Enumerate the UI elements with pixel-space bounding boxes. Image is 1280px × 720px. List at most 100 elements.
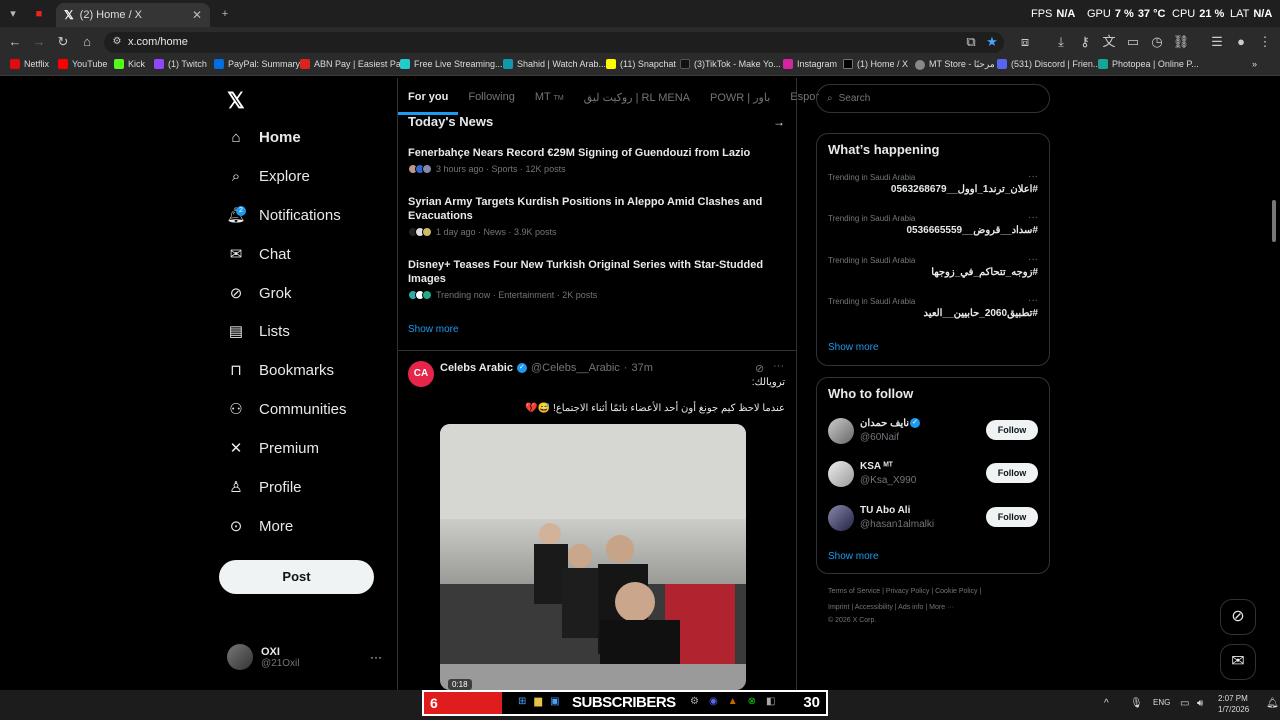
- clock-time[interactable]: 2:07 PM: [1218, 694, 1248, 703]
- tab-mt[interactable]: MT TM: [525, 85, 574, 115]
- tweet-handle[interactable]: @Celebs__Arabic: [531, 362, 620, 374]
- sidebar-item-explore[interactable]: ⌕ Explore: [227, 167, 310, 185]
- history-icon[interactable]: ◷: [1148, 33, 1166, 51]
- new-tab-button[interactable]: +: [216, 5, 234, 23]
- trend-more-icon[interactable]: ···: [1028, 171, 1038, 182]
- volume-icon[interactable]: 🔊︎: [1197, 698, 1203, 709]
- search-input[interactable]: ⌕ Search: [816, 84, 1050, 113]
- bookmark-instagram[interactable]: Instagram: [783, 59, 837, 69]
- windows-icon[interactable]: ⊞: [518, 696, 526, 707]
- bookmark-free-live[interactable]: Free Live Streaming...: [400, 59, 503, 69]
- sidebar-item-premium[interactable]: ✕ Premium: [227, 439, 319, 458]
- back-icon[interactable]: ←: [6, 33, 24, 51]
- footer-links-2[interactable]: Imprint | Accessibility | Ads info | Mor…: [828, 604, 954, 611]
- sidebar-item-home[interactable]: ⌂ Home: [227, 128, 300, 146]
- site-info-icon[interactable]: ⚙: [108, 33, 126, 51]
- trend-item[interactable]: Trending in Saudi Arabia #تطبيق2060_حابيي…: [828, 295, 1038, 319]
- sidebar-item-grok[interactable]: ⊘ Grok: [227, 284, 292, 303]
- app-icon[interactable]: ▲: [728, 696, 738, 707]
- sidebar-item-bookmarks[interactable]: ⊓ Bookmarks: [227, 361, 334, 380]
- bookmark-x[interactable]: (1) Home / X: [843, 59, 908, 69]
- news-show-more[interactable]: Show more: [408, 324, 459, 335]
- arrow-right-icon[interactable]: →: [773, 115, 785, 129]
- reading-list-icon[interactable]: ☰: [1208, 33, 1226, 51]
- trend-more-icon[interactable]: ···: [1028, 295, 1038, 306]
- trend-item[interactable]: Trending in Saudi Arabia #سداد__قروض__053…: [828, 212, 1038, 236]
- follow-button[interactable]: Follow: [986, 463, 1038, 483]
- tab-powr[interactable]: POWR | باور: [700, 85, 780, 115]
- follow-button[interactable]: Follow: [986, 420, 1038, 440]
- bookmark-netflix[interactable]: Netflix: [10, 59, 49, 69]
- more-bookmarks-icon[interactable]: »: [1252, 59, 1257, 69]
- account-more-icon[interactable]: ···: [370, 650, 382, 664]
- follow-suggestion[interactable]: نايف حمدان ✓ @60Naif Follow: [828, 418, 1038, 448]
- x-logo-icon[interactable]: 𝕏: [227, 88, 245, 114]
- footer-links-1[interactable]: Terms of Service | Privacy Policy | Cook…: [828, 588, 981, 595]
- tweet-author[interactable]: Celebs Arabic: [440, 362, 513, 374]
- home-browser-icon[interactable]: ⌂: [78, 33, 96, 51]
- bookmark-abnpay[interactable]: ABN Pay | Easiest Pa...: [300, 59, 408, 69]
- extensions-icon[interactable]: ⧈: [1016, 33, 1034, 51]
- tab-list-button[interactable]: ▾: [4, 5, 22, 23]
- pinned-tab-icon[interactable]: ■: [30, 5, 48, 23]
- sidebar-item-chat[interactable]: ✉ Chat: [227, 245, 291, 264]
- url-text[interactable]: x.com/home: [128, 36, 188, 48]
- bookmark-shahid[interactable]: Shahid | Watch Arab...: [503, 59, 606, 69]
- discord-icon[interactable]: ◉: [709, 696, 718, 707]
- account-switcher[interactable]: OXI @21Oxil: [227, 644, 300, 670]
- scrollbar-thumb[interactable]: [1272, 200, 1276, 242]
- news-item[interactable]: Disney+ Teases Four New Turkish Original…: [408, 258, 788, 300]
- translate-icon[interactable]: 文: [1100, 33, 1118, 51]
- browser-tab-active[interactable]: 𝕏 (2) Home / X ✕: [56, 3, 210, 27]
- profile-avatar-icon[interactable]: ●: [1232, 33, 1250, 51]
- bookmark-tiktok[interactable]: (3)TikTok - Make Yo...: [680, 59, 781, 69]
- close-icon[interactable]: ✕: [192, 8, 202, 22]
- follow-button[interactable]: Follow: [986, 507, 1038, 527]
- app-icon[interactable]: ▣: [550, 696, 559, 707]
- download-icon[interactable]: ⤓: [1052, 33, 1070, 51]
- news-item[interactable]: Fenerbahçe Nears Record €29M Signing of …: [408, 146, 788, 174]
- bookmark-paypal[interactable]: PayPal: Summary: [214, 59, 300, 69]
- news-item[interactable]: Syrian Army Targets Kurdish Positions in…: [408, 195, 788, 237]
- link-icon[interactable]: ⛓: [1172, 33, 1190, 51]
- grok-float-button[interactable]: ⊘: [1220, 599, 1256, 635]
- sidebar-item-more[interactable]: ⊙ More: [227, 517, 293, 536]
- network-icon[interactable]: ▭: [1180, 698, 1189, 709]
- bookmark-youtube[interactable]: YouTube: [58, 59, 107, 69]
- tweet-video[interactable]: 0:18: [440, 424, 746, 690]
- forward-icon[interactable]: →: [30, 33, 48, 51]
- grok-explain-icon[interactable]: ⊘: [755, 362, 764, 375]
- address-bar[interactable]: [104, 32, 1004, 53]
- bookmark-mt-store[interactable]: MT Store - مرحبًا: [915, 59, 995, 70]
- menu-icon[interactable]: ⋮: [1256, 33, 1274, 51]
- trend-more-icon[interactable]: ···: [1028, 254, 1038, 265]
- xbox-icon[interactable]: ⊗: [748, 696, 756, 707]
- bookmark-star-icon[interactable]: ★: [983, 33, 1001, 51]
- bookmark-discord[interactable]: (531) Discord | Frien...: [997, 59, 1100, 69]
- bookmark-kick[interactable]: Kick: [114, 59, 145, 69]
- sidebar-item-profile[interactable]: ♙ Profile: [227, 478, 301, 497]
- language-indicator[interactable]: ENG: [1153, 698, 1170, 707]
- follow-suggestion[interactable]: KSA ᴹᵀ @Ksa_X990 Follow: [828, 461, 1038, 491]
- app-icon[interactable]: ◧: [766, 696, 775, 707]
- folder-icon[interactable]: ▆: [534, 696, 542, 707]
- extension-icon[interactable]: ⚷: [1076, 33, 1094, 51]
- bookmark-twitch[interactable]: (1) Twitch: [154, 59, 207, 69]
- wallet-icon[interactable]: ▭: [1124, 33, 1142, 51]
- tab-rl-mena[interactable]: روكيت ليق | RL MENA: [574, 85, 700, 115]
- bookmark-snapchat[interactable]: (11) Snapchat: [606, 59, 676, 69]
- follow-suggestion[interactable]: TU Abo Ali @hasan1almalki Follow: [828, 505, 1038, 535]
- sidebar-item-lists[interactable]: ▤ Lists: [227, 322, 290, 341]
- clock-date[interactable]: 1/7/2026: [1218, 705, 1249, 714]
- mic-icon[interactable]: 🎙︎: [1130, 698, 1143, 709]
- trend-item[interactable]: Trending in Saudi Arabia #اعلان_ترند1_اوو…: [828, 171, 1038, 195]
- steam-icon[interactable]: ⚙: [690, 696, 699, 707]
- sidebar-item-communities[interactable]: ⚇ Communities: [227, 400, 346, 419]
- tab-following[interactable]: Following: [458, 85, 524, 115]
- install-app-icon[interactable]: ⧉: [962, 33, 980, 51]
- follow-show-more[interactable]: Show more: [828, 551, 879, 562]
- notification-center-icon[interactable]: 🔔︎: [1266, 698, 1279, 709]
- messages-float-button[interactable]: ✉: [1220, 644, 1256, 680]
- tray-chevron-icon[interactable]: ^: [1104, 698, 1109, 709]
- trends-show-more[interactable]: Show more: [828, 342, 879, 353]
